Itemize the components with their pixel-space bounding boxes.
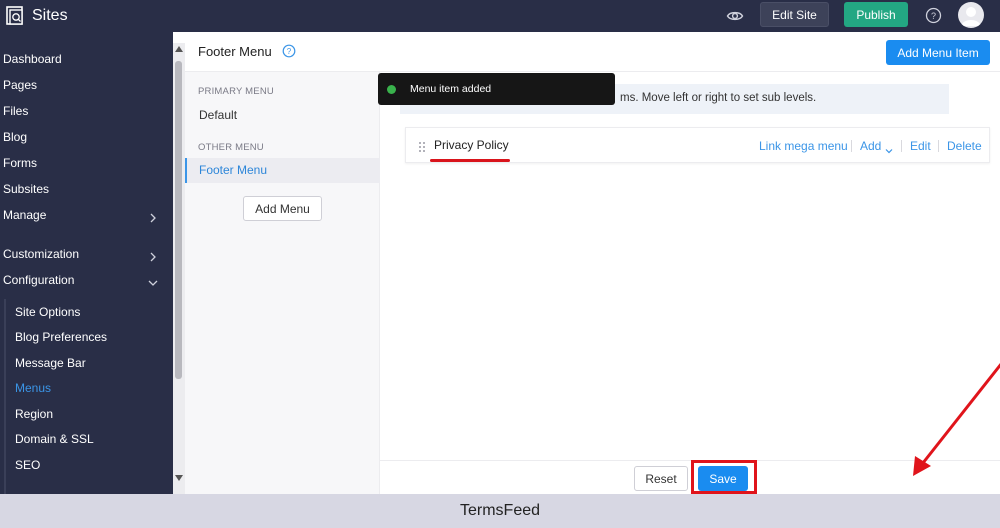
scroll-corner [173, 32, 185, 43]
add-dropdown[interactable]: Add [860, 139, 881, 153]
save-button[interactable]: Save [698, 466, 748, 491]
sidebar-subitem-menus[interactable]: Menus [15, 381, 51, 395]
svg-text:?: ? [931, 11, 936, 21]
svg-text:?: ? [287, 47, 292, 56]
menu-item-label: Privacy Policy [434, 138, 509, 152]
add-menu-button[interactable]: Add Menu [243, 196, 322, 221]
publish-button[interactable]: Publish [844, 2, 908, 27]
action-divider [901, 140, 902, 152]
caption-bar: TermsFeed [0, 494, 1000, 528]
chevron-right-icon [148, 249, 158, 262]
primary-menu-heading: PRIMARY MENU [198, 86, 274, 97]
scroll-down-icon[interactable] [175, 475, 183, 481]
menus-list-panel: PRIMARY MENU Default OTHER MENU Footer M… [185, 72, 380, 494]
sites-logo-icon [4, 5, 26, 27]
add-menu-item-button[interactable]: Add Menu Item [886, 40, 990, 65]
submenu-divider [4, 299, 6, 494]
menu-entry-default[interactable]: Default [199, 108, 237, 122]
scroll-thumb[interactable] [175, 61, 182, 379]
edit-link[interactable]: Edit [910, 139, 931, 153]
panel-header: Footer Menu ? Add Menu Item [185, 32, 1000, 72]
toast-message: Menu item added [410, 83, 492, 95]
menu-item-row[interactable]: Privacy Policy Link mega menu Add Edit D… [405, 127, 990, 163]
sidebar-item-configuration[interactable]: Configuration [3, 273, 74, 287]
sidebar-item-blog[interactable]: Blog [3, 130, 27, 144]
sidebar-item-dashboard[interactable]: Dashboard [3, 52, 62, 66]
sidebar-item-manage[interactable]: Manage [3, 208, 46, 222]
chevron-down-icon[interactable] [885, 142, 893, 154]
sidebar-item-forms[interactable]: Forms [3, 156, 37, 170]
scroll-up-icon[interactable] [175, 46, 183, 52]
drag-handle-icon[interactable] [418, 140, 426, 152]
page-title: Footer Menu [198, 44, 272, 59]
avatar[interactable] [958, 2, 984, 28]
success-dot-icon [387, 85, 396, 94]
sidebar-subitem-region[interactable]: Region [15, 407, 53, 421]
action-divider [938, 140, 939, 152]
app-title: Sites [32, 7, 68, 24]
brand[interactable]: Sites [4, 4, 68, 28]
help-icon[interactable]: ? [925, 7, 942, 24]
preview-eye-icon[interactable] [726, 7, 744, 25]
chevron-down-icon [148, 275, 158, 286]
other-menu-heading: OTHER MENU [198, 142, 264, 153]
caption-text: TermsFeed [459, 502, 541, 519]
main-panel: Footer Menu ? Add Menu Item PRIMARY MENU… [185, 32, 1000, 494]
annotation-arrow-icon [913, 362, 1000, 476]
sidebar-subitem-site-options[interactable]: Site Options [15, 305, 80, 319]
sidebar-subitem-domain-ssl[interactable]: Domain & SSL [15, 432, 94, 446]
sidebar-item-pages[interactable]: Pages [3, 78, 37, 92]
delete-link[interactable]: Delete [947, 139, 982, 153]
help-circle-icon[interactable]: ? [282, 44, 296, 58]
action-divider [851, 140, 852, 152]
sidebar-subitem-message-bar[interactable]: Message Bar [15, 356, 86, 370]
sidebar-subitem-seo[interactable]: SEO [15, 458, 40, 472]
info-text: ms. Move left or right to set sub levels… [620, 92, 817, 104]
menu-entry-label: Footer Menu [199, 163, 268, 177]
reset-button[interactable]: Reset [634, 466, 688, 491]
chevron-right-icon [148, 210, 158, 223]
toast-notification: Menu item added [378, 73, 615, 105]
sidebar: Dashboard Pages Files Blog Forms Subsite… [0, 32, 173, 494]
sidebar-item-customization[interactable]: Customization [3, 247, 79, 261]
menu-entry-footer-menu[interactable]: Footer Menu [185, 158, 380, 183]
sidebar-subitem-blog-preferences[interactable]: Blog Preferences [15, 330, 107, 344]
sidebar-item-files[interactable]: Files [3, 104, 28, 118]
top-bar: Sites Edit Site Publish ? [0, 0, 1000, 32]
sidebar-item-subsites[interactable]: Subsites [3, 182, 49, 196]
annotation-underline [430, 159, 510, 162]
edit-site-button[interactable]: Edit Site [760, 2, 829, 27]
sidebar-scrollbar[interactable] [173, 43, 185, 494]
link-mega-menu-link[interactable]: Link mega menu [759, 139, 848, 153]
